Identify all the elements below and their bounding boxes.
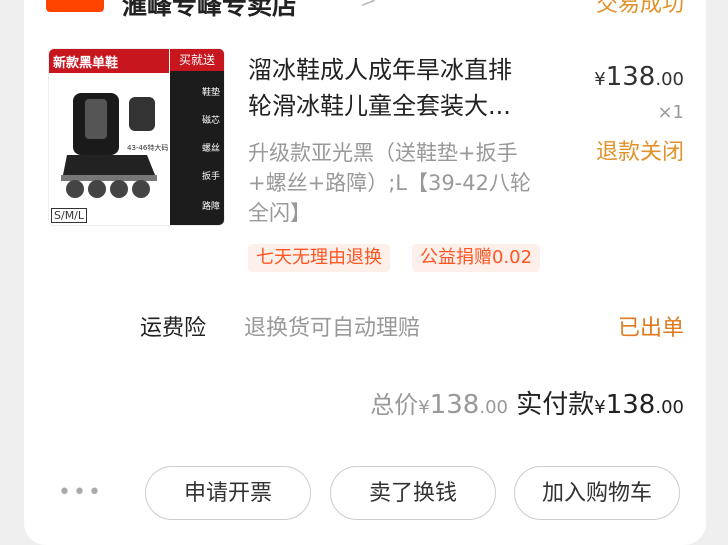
charity-tag: 公益捐赠0.02 xyxy=(412,244,541,272)
thumb-gift-item: 螺丝 xyxy=(201,144,220,154)
price-currency: ¥ xyxy=(594,69,606,90)
thumb-title: 新款黑单鞋 xyxy=(53,56,119,71)
thumb-gift-item: 扳手 xyxy=(201,172,220,182)
product-price: ¥138.00 xyxy=(594,62,684,92)
return-policy-tag: 七天无理由退换 xyxy=(248,244,390,272)
refund-status[interactable]: 退款关闭 xyxy=(596,134,684,166)
trade-status: 交易成功 xyxy=(595,0,684,17)
invoice-button[interactable]: 申请开票 xyxy=(145,466,311,520)
thumb-gift-item: 路障 xyxy=(201,202,220,212)
product-title-line: 轮滑冰鞋儿童全套装大... xyxy=(248,92,511,120)
thumb-size-note: 43-46特大码 xyxy=(127,144,169,152)
shipping-insurance-label: 运费险 xyxy=(140,316,207,341)
more-icon[interactable]: ••• xyxy=(58,480,103,505)
shop-header[interactable]: 滙峰专峰专卖店 > 交易成功 xyxy=(24,0,706,20)
add-to-cart-button[interactable]: 加入购物车 xyxy=(514,466,680,520)
price-decimal: .00 xyxy=(655,69,684,90)
spec-line: 升级款亚光黑（送鞋垫+扳手 xyxy=(248,141,518,165)
product-spec: 升级款亚光黑（送鞋垫+扳手 +螺丝+路障）;L【39-42八轮 全闪】 xyxy=(248,138,558,228)
chevron-right-icon[interactable]: > xyxy=(360,0,377,12)
paid-currency: ¥ xyxy=(594,397,606,418)
total-decimal: .00 xyxy=(479,397,508,418)
thumb-size-label: S/M/L xyxy=(51,208,88,223)
total-label: 总价 xyxy=(370,391,419,419)
product-thumbnail[interactable]: 新款黑单鞋 买就送 鞋垫 磁芯 螺丝 扳手 路障 43-46特大码 S/M/L xyxy=(48,48,225,226)
shipping-insurance-desc: 退换货可自动理赔 xyxy=(244,316,421,341)
product-quantity: ×1 xyxy=(657,102,684,123)
total-integer: 138 xyxy=(429,390,480,420)
order-totals: 总价¥138.00 实付款¥138.00 xyxy=(370,384,684,421)
product-title[interactable]: 溜冰鞋成人成年旱冰直排 轮滑冰鞋儿童全套装大... xyxy=(248,52,548,124)
price-integer: 138 xyxy=(605,62,656,92)
shop-name[interactable]: 滙峰专峰专卖店 xyxy=(122,0,297,22)
resell-button[interactable]: 卖了换钱 xyxy=(330,466,496,520)
thumb-gift-panel: 买就送 鞋垫 磁芯 螺丝 扳手 路障 xyxy=(170,49,224,225)
spec-line: 全闪】 xyxy=(248,201,311,225)
shipping-insurance-status[interactable]: 已出单 xyxy=(618,310,684,342)
total-currency: ¥ xyxy=(418,397,430,418)
paid-integer: 138 xyxy=(605,390,656,420)
spec-line: +螺丝+路障）;L【39-42八轮 xyxy=(248,171,531,195)
paid-decimal: .00 xyxy=(655,397,684,418)
paid-label: 实付款 xyxy=(516,390,595,420)
shop-badge-icon xyxy=(46,0,104,12)
thumb-gift-item: 磁芯 xyxy=(201,116,220,126)
product-title-line: 溜冰鞋成人成年旱冰直排 xyxy=(248,56,512,84)
thumb-gift-item: 鞋垫 xyxy=(201,88,220,98)
thumb-gift-title: 买就送 xyxy=(170,49,224,71)
